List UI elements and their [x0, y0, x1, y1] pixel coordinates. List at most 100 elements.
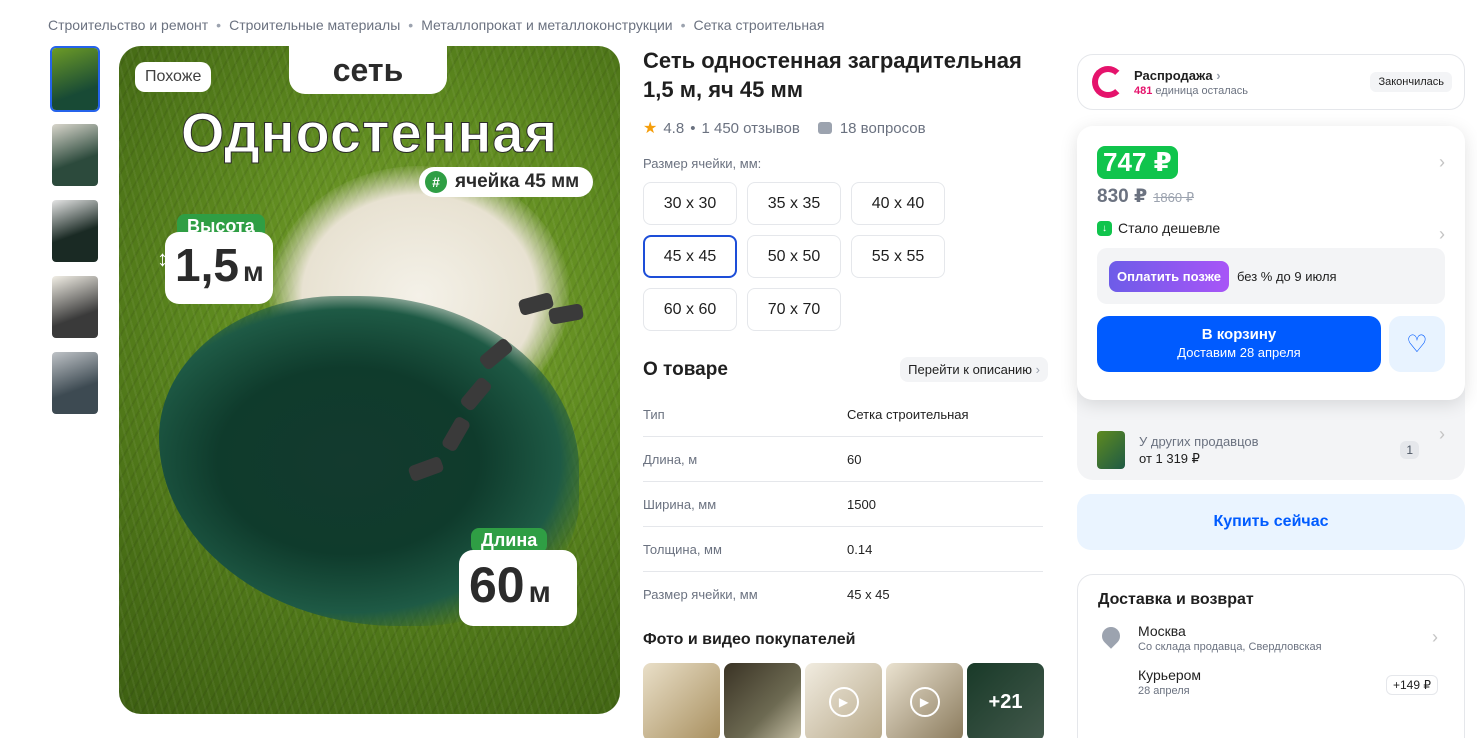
breadcrumb: Строительство и ремонт • Строительные мате… [48, 17, 825, 33]
more-photos-count: +21 [967, 663, 1044, 738]
breadcrumb-item[interactable]: Строительство и ремонт [48, 17, 208, 33]
size-option[interactable]: 55 x 55 [851, 235, 945, 278]
chevron-right-icon: › [1439, 424, 1445, 444]
delivery-title: Доставка и возврат [1098, 591, 1254, 608]
price-card: › 747 ₽ 830 ₽ 1860 ₽ ↓ Стало дешевле › О… [1077, 126, 1465, 400]
length-value: 60 [469, 557, 525, 613]
spec-key: Толщина, мм [643, 541, 722, 557]
sale-left-text: единица осталась [1155, 84, 1248, 97]
spec-value: 0.14 [847, 541, 873, 557]
courier-price: +149 ₽ [1386, 675, 1438, 695]
pay-later-text: без % до 9 июля [1236, 268, 1337, 284]
chevron-right-icon[interactable]: › [1439, 152, 1445, 173]
price-old: 1860 ₽ [1153, 190, 1195, 205]
chevron-right-icon[interactable]: › [1439, 224, 1445, 245]
spec-value: 45 x 45 [847, 587, 890, 602]
chevron-right-icon: › [1432, 627, 1438, 647]
size-option[interactable]: 35 x 35 [747, 182, 841, 225]
pay-later-button[interactable]: Оплатить позже [1109, 260, 1229, 292]
rating-row: ★ 4.8 • 1 450 отзывов 18 вопросов [643, 119, 926, 138]
customer-photos: ▶ ▶ +21 [643, 663, 1048, 738]
reviews-link[interactable]: 1 450 отзывов [701, 120, 799, 137]
spec-row: Ширина, мм 1500 [643, 482, 1043, 527]
size-option[interactable]: 40 x 40 [851, 182, 945, 225]
breadcrumb-item[interactable]: Строительные материалы [229, 17, 400, 33]
play-icon: ▶ [909, 687, 940, 717]
price-dropped-row[interactable]: ↓ Стало дешевле [1097, 220, 1445, 236]
questions-link[interactable]: 18 вопросов [840, 120, 926, 137]
similar-badge[interactable]: Похоже [135, 62, 212, 92]
more-photos-button[interactable]: +21 [967, 663, 1044, 738]
spec-key: Ширина, мм [643, 496, 717, 512]
spec-value: 1500 [847, 496, 876, 512]
length-block: 60 м [459, 550, 577, 626]
spec-row: Толщина, мм 0.14 [643, 527, 1043, 572]
play-icon: ▶ [828, 687, 859, 717]
customer-photos-title: Фото и видео покупателей [643, 631, 856, 648]
spec-table: Тип Сетка строительная Длина, м 60 Ширина,… [643, 392, 1043, 617]
courier-date: 28 апреля [1138, 685, 1190, 697]
size-option[interactable]: 70 x 70 [747, 288, 841, 331]
heart-icon: ♡ [1406, 330, 1428, 358]
product-info: Сеть одностенная заградительная 1,5 м, я… [643, 46, 1048, 738]
buy-now-button[interactable]: Купить сейчас [1077, 494, 1465, 550]
delivery-location-row[interactable]: Москва Со склада продавца, Свердловская … [1098, 623, 1444, 653]
size-option[interactable]: 30 x 30 [643, 182, 737, 225]
net-floats [399, 291, 599, 526]
other-sellers-count: 1 [1400, 441, 1419, 459]
delivery-source: Со склада продавца, Свердловская [1138, 641, 1322, 653]
other-sellers-title: У других продавцов [1139, 433, 1259, 449]
delivery-date-label: Доставим 28 апреля [1177, 345, 1301, 360]
customer-photo[interactable] [643, 663, 720, 738]
pay-later-row[interactable]: Оплатить позже без % до 9 июля [1097, 248, 1445, 304]
sale-name: Распродажа [1134, 67, 1213, 83]
thumbnail[interactable] [50, 46, 100, 112]
delivery-card: Доставка и возврат Москва Со склада прод… [1077, 574, 1465, 738]
spec-value[interactable]: Сетка строительная [847, 407, 969, 422]
purchase-panel: Распродажа › 481 единица осталась Законч… [1077, 54, 1465, 738]
customer-video[interactable]: ▶ [886, 663, 963, 738]
price-main: 747 ₽ [1097, 146, 1178, 179]
spec-row: Длина, м 60 [643, 437, 1043, 482]
size-option-selected[interactable]: 45 x 45 [643, 235, 737, 278]
spec-row: Размер ячейки, мм 45 x 45 [643, 572, 1043, 617]
sale-left-count: 481 [1134, 84, 1153, 97]
price-dropped-text: Стало дешевле [1118, 220, 1221, 236]
delivery-city: Москва [1138, 623, 1186, 639]
height-unit: м [242, 256, 264, 287]
customer-video[interactable]: ▶ [805, 663, 882, 738]
thumbnail[interactable] [50, 198, 100, 264]
cell-size-pill: # ячейка 45 мм [419, 167, 594, 197]
breadcrumb-item[interactable]: Металлопрокат и металлоконструкции [421, 17, 672, 33]
product-image[interactable]: Похоже сеть Одностенная # ячейка 45 мм В… [119, 46, 620, 714]
thumbnail[interactable] [50, 274, 100, 340]
arrow-down-icon: ↓ [1097, 220, 1112, 236]
question-icon [817, 122, 832, 134]
go-to-description-label: Перейти к описанию [908, 362, 1033, 377]
other-sellers-price: от 1 319 ₽ [1139, 450, 1200, 466]
delivery-courier-row: Курьером 28 апреля +149 ₽ [1098, 667, 1444, 697]
thumbnail[interactable] [50, 122, 100, 188]
about-title: О товаре [643, 358, 728, 380]
thumbnail[interactable] [50, 350, 100, 416]
customer-photo[interactable] [724, 663, 801, 738]
sale-card[interactable]: Распродажа › 481 единица осталась Законч… [1077, 54, 1465, 110]
size-selector: 30 x 30 35 x 35 40 x 40 45 x 45 50 x 50 … [643, 182, 948, 331]
star-icon: ★ [643, 120, 658, 137]
spec-key: Размер ячейки, мм [643, 587, 758, 602]
product-title: Сеть одностенная заградительная 1,5 м, я… [643, 48, 1022, 102]
go-to-description-button[interactable]: Перейти к описанию › [900, 357, 1048, 382]
price-secondary: 830 ₽ [1097, 186, 1148, 207]
size-option[interactable]: 60 x 60 [643, 288, 737, 331]
chevron-right-icon: › [1035, 362, 1040, 377]
length-unit: м [528, 576, 551, 609]
other-seller-thumbnail [1097, 431, 1125, 469]
size-option[interactable]: 50 x 50 [747, 235, 841, 278]
spec-key: Длина, м [643, 451, 698, 467]
breadcrumb-item[interactable]: Сетка строительная [694, 17, 825, 33]
thumbnail-list [50, 46, 104, 426]
favorite-button[interactable]: ♡ [1389, 316, 1445, 372]
spec-row: Тип Сетка строительная [643, 392, 1043, 437]
chevron-right-icon: › [1216, 67, 1221, 83]
add-to-cart-button[interactable]: В корзину Доставим 28 апреля [1097, 316, 1381, 372]
